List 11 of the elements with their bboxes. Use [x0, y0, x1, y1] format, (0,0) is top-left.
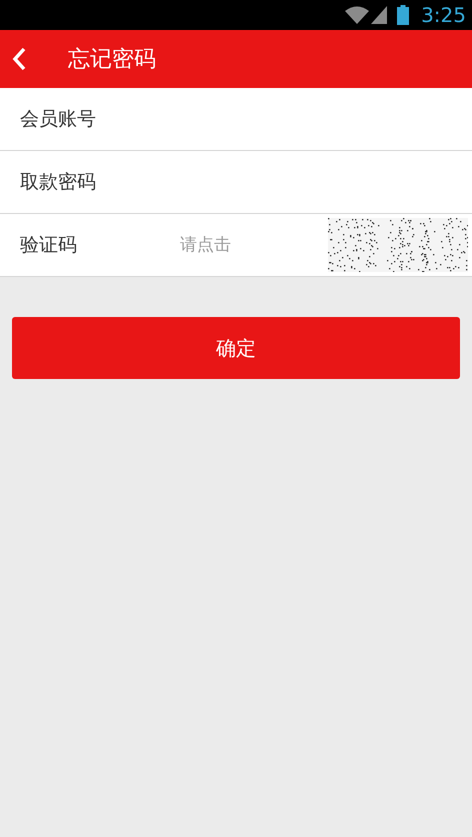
field-label: 取款密码 [20, 170, 97, 195]
field-label: 验证码 [20, 233, 78, 258]
status-time: 3:25 [421, 3, 466, 27]
back-icon[interactable] [12, 47, 26, 71]
confirm-button[interactable]: 确定 [12, 317, 460, 379]
battery-icon [397, 5, 410, 25]
page-title: 忘记密码 [68, 46, 156, 74]
input-field[interactable]: 请点击 [180, 225, 328, 265]
field-label: 会员账号 [20, 107, 97, 132]
wifi-icon [345, 5, 370, 25]
signal-icon [371, 6, 388, 24]
